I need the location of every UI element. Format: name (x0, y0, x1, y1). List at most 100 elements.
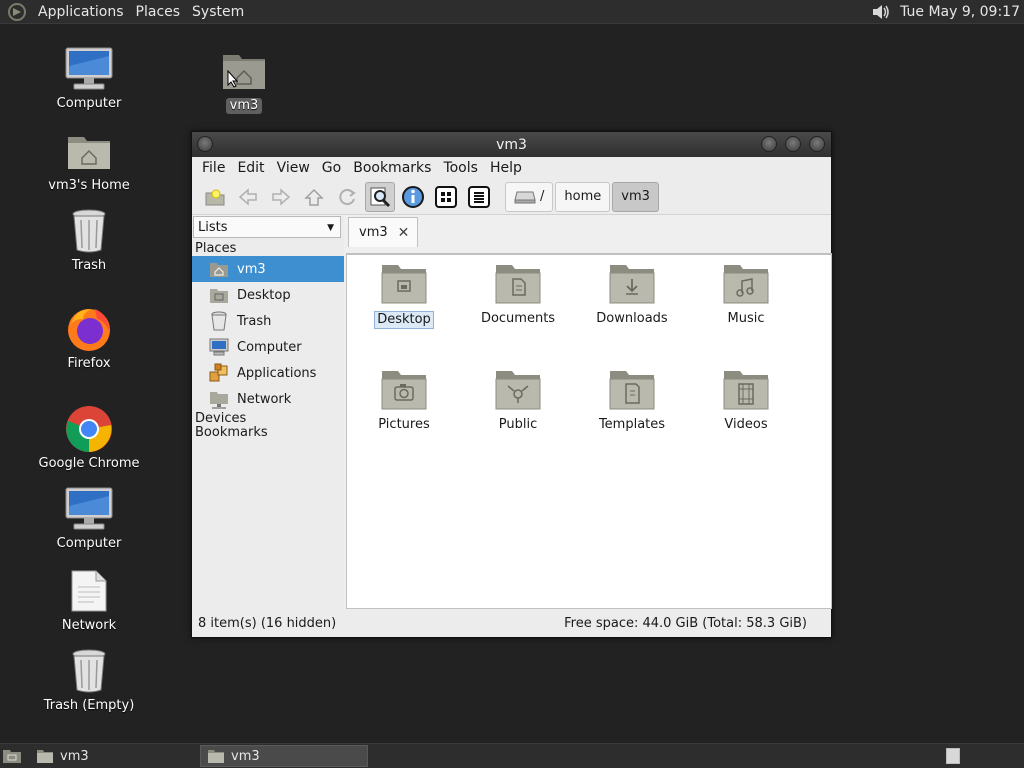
show-desktop-button[interactable] (0, 745, 22, 767)
templates-folder-icon (609, 371, 655, 410)
place-item-trash[interactable]: Trash (192, 308, 344, 334)
desktop-icon-computer[interactable]: Computer (29, 46, 149, 112)
trash-icon (208, 310, 230, 332)
network-icon (208, 388, 230, 410)
file-item-templates[interactable]: Templates (582, 367, 682, 433)
desktop-icon-computer-2[interactable]: Computer (29, 486, 149, 552)
taskbar-item-vm3[interactable]: vm3 (30, 745, 192, 767)
public-folder-icon (495, 371, 541, 410)
forward-button[interactable] (266, 182, 296, 212)
forward-arrow-icon (272, 187, 291, 206)
up-button[interactable] (299, 182, 329, 212)
taskbar-item-vm3-active[interactable]: vm3 (200, 745, 368, 767)
folder-icon (208, 750, 224, 763)
back-button[interactable] (233, 182, 263, 212)
place-item-network[interactable]: Network (192, 386, 344, 412)
menu-view[interactable]: View (271, 160, 316, 176)
list-view-icon (468, 185, 490, 208)
window-titlebar[interactable]: vm3 (192, 132, 831, 157)
workspace-switcher[interactable] (946, 748, 960, 764)
place-item-computer[interactable]: Computer (192, 334, 344, 360)
place-label: Trash (237, 313, 272, 329)
path-vm3-button[interactable]: vm3 (612, 181, 659, 212)
computer-icon (64, 46, 114, 92)
minimize-button[interactable] (761, 136, 777, 152)
menu-tools[interactable]: Tools (437, 160, 484, 176)
mouse-cursor-icon (227, 69, 239, 92)
bottom-taskbar: vm3 vm3 (0, 743, 1024, 768)
place-item-applications[interactable]: Applications (192, 360, 344, 386)
file-view[interactable]: Desktop Documents Downloads Music Pictur… (346, 254, 832, 609)
home-folder-icon (64, 128, 114, 174)
place-item-desktop[interactable]: Desktop (192, 282, 344, 308)
back-arrow-icon (238, 187, 257, 206)
menu-help[interactable]: Help (484, 160, 528, 176)
close-button[interactable] (809, 136, 825, 152)
bookmarks-heading[interactable]: Bookmarks (192, 426, 344, 440)
home-icon (208, 258, 230, 280)
file-item-public[interactable]: Public (468, 367, 568, 433)
menubar: File Edit View Go Bookmarks Tools Help (192, 157, 831, 179)
search-icon (370, 187, 391, 207)
devices-heading[interactable]: Devices (192, 412, 344, 426)
side-pane-selector-value: Lists (198, 219, 228, 235)
file-item-videos[interactable]: Videos (696, 367, 796, 433)
window-title: vm3 (496, 136, 527, 153)
tab-label: vm3 (359, 225, 388, 240)
firefox-icon (64, 306, 114, 352)
applications-menu[interactable]: Applications (32, 1, 130, 23)
menu-bookmarks[interactable]: Bookmarks (347, 160, 437, 176)
toolbar: / home vm3 (192, 179, 831, 215)
desktop-icon-trash-empty[interactable]: Trash (Empty) (29, 648, 149, 714)
desktop-icon (208, 284, 230, 306)
system-menu[interactable]: System (186, 1, 250, 23)
file-label: Public (498, 417, 538, 432)
reload-icon (339, 188, 356, 205)
file-item-downloads[interactable]: Downloads (582, 261, 682, 327)
desktop-icon-chrome[interactable]: Google Chrome (29, 406, 149, 472)
clock[interactable]: Tue May 9, 09:17 (894, 4, 1024, 20)
new-tab-button[interactable] (200, 182, 230, 212)
desktop-icon-firefox[interactable]: Firefox (29, 306, 149, 372)
list-view-button[interactable] (464, 182, 494, 212)
up-arrow-icon (304, 188, 324, 206)
icon-view-button[interactable] (431, 182, 461, 212)
path-home-button[interactable]: home (555, 181, 611, 212)
file-item-pictures[interactable]: Pictures (354, 367, 454, 433)
file-item-desktop[interactable]: Desktop (354, 261, 454, 329)
file-label: Desktop (374, 311, 434, 329)
status-bar: 8 item(s) (16 hidden) Free space: 44.0 G… (192, 609, 831, 637)
menu-edit[interactable]: Edit (231, 160, 270, 176)
file-item-documents[interactable]: Documents (468, 261, 568, 327)
place-label: Network (237, 391, 292, 407)
maximize-button[interactable] (785, 136, 801, 152)
find-button[interactable] (365, 181, 395, 212)
desktop-icon-network[interactable]: Network (29, 568, 149, 634)
place-label: vm3 (237, 261, 266, 277)
desktop-icon-trash[interactable]: Trash (29, 208, 149, 274)
desktop-icon-home[interactable]: vm3's Home (29, 128, 149, 194)
desktop-folder-icon (381, 265, 427, 304)
volume-icon[interactable] (870, 2, 892, 22)
top-panel: Applications Places System Tue May 9, 09… (0, 0, 1024, 24)
show-desktop-icon (3, 750, 21, 763)
side-pane-selector[interactable]: Lists ▼ (193, 216, 341, 238)
file-item-music[interactable]: Music (696, 261, 796, 327)
status-free-space: Free space: 44.0 GiB (Total: 58.3 GiB) (564, 615, 807, 631)
place-label: Computer (237, 339, 302, 355)
place-item-vm3[interactable]: vm3 (192, 256, 344, 282)
desktop-icon-vm3[interactable]: vm3 (184, 48, 304, 114)
menu-file[interactable]: File (196, 160, 231, 176)
tab-bar: vm3 ✕ (346, 216, 832, 254)
menu-go[interactable]: Go (316, 160, 347, 176)
window-menu-button[interactable] (197, 136, 213, 152)
reload-button[interactable] (332, 182, 362, 212)
distro-logo-icon[interactable] (6, 2, 28, 22)
close-tab-icon[interactable]: ✕ (398, 225, 410, 241)
path-root-button[interactable]: / (505, 181, 554, 212)
info-button[interactable] (398, 182, 428, 212)
tab-vm3[interactable]: vm3 ✕ (348, 217, 418, 247)
status-item-count: 8 item(s) (16 hidden) (198, 615, 337, 631)
main-pane: vm3 ✕ Desktop Documents Downloads Music … (346, 216, 832, 609)
places-menu[interactable]: Places (130, 1, 187, 23)
